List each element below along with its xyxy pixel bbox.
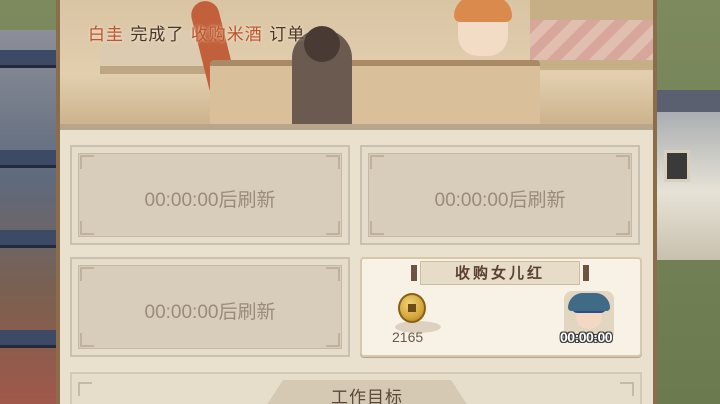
tavern-scene-banner: 白圭 完成了 收购米酒 订单 [60, 0, 653, 130]
customer-figure [292, 26, 352, 124]
order-completed-notice: 白圭 完成了 收购米酒 订单 [88, 20, 305, 45]
copper-coin-icon [398, 293, 426, 323]
tavern-orders-panel: 白圭 完成了 收购米酒 订单 00:00:00后刷新 00:00:00后刷新 0… [56, 0, 657, 404]
work-goal-section[interactable]: 工作目标 [70, 372, 642, 404]
right-building [652, 90, 720, 260]
active-order-card[interactable]: 收购女儿红 2165 00:00:00 [360, 257, 642, 357]
goal-label: 工作目标 [331, 388, 403, 404]
notice-action: 完成了 [130, 25, 185, 45]
notice-customer-name: 白圭 [88, 25, 124, 45]
order-title: 收购女儿红 [411, 261, 589, 285]
left-building [0, 30, 62, 404]
slot-refresh-timer: 00:00:00后刷新 [144, 302, 276, 323]
slot-refresh-timer: 00:00:00后刷新 [434, 190, 566, 211]
slot-refresh-timer: 00:00:00后刷新 [144, 190, 276, 211]
order-slot-empty[interactable]: 00:00:00后刷新 [70, 145, 350, 245]
notice-order-name: 收购米酒 [190, 25, 263, 45]
customer-wait-timer: 00:00:00 [560, 329, 613, 345]
notice-suffix: 订单 [269, 25, 306, 45]
reward-amount: 2165 [392, 329, 424, 345]
order-slot-empty[interactable]: 00:00:00后刷新 [70, 257, 350, 357]
order-slot-empty[interactable]: 00:00:00后刷新 [360, 145, 640, 245]
shopkeeper-figure [454, 0, 512, 56]
